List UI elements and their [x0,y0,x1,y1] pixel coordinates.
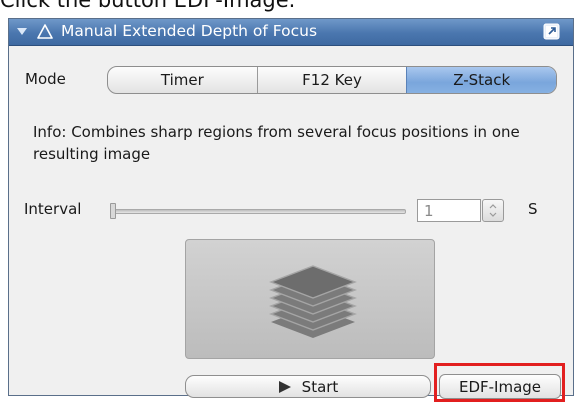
window-title: Manual Extended Depth of Focus [61,22,318,40]
image-stack-icon [269,265,357,338]
interval-slider-handle[interactable] [110,203,116,219]
instruction-text: Click the button EDF-Image. [0,0,296,12]
interval-input[interactable] [417,199,481,222]
spinner-arrows-icon [489,204,497,217]
popout-icon[interactable] [543,23,560,40]
mode-timer-button[interactable]: Timer [108,67,257,93]
highlight-box [434,363,565,402]
info-text: Info: Combines sharp regions from severa… [33,123,520,163]
interval-label: Interval [24,200,82,218]
mode-f12-key-button[interactable]: F12 Key [256,67,407,93]
play-icon [278,380,291,393]
collapse-arrow-icon[interactable] [17,28,27,36]
interval-slider[interactable] [112,209,406,214]
interval-unit: S [528,200,538,218]
mode-segmented-control: Timer F12 Key Z-Stack [107,66,557,94]
warning-triangle-icon [37,24,53,39]
title-bar: Manual Extended Depth of Focus [9,19,573,46]
start-button[interactable]: Start [185,375,431,398]
edf-panel: Manual Extended Depth of Focus Mode Time… [8,18,574,402]
start-button-label: Start [301,377,339,396]
interval-spinner[interactable] [482,199,504,222]
mode-z-stack-button[interactable]: Z-Stack [406,67,556,93]
mode-label: Mode [25,70,66,88]
